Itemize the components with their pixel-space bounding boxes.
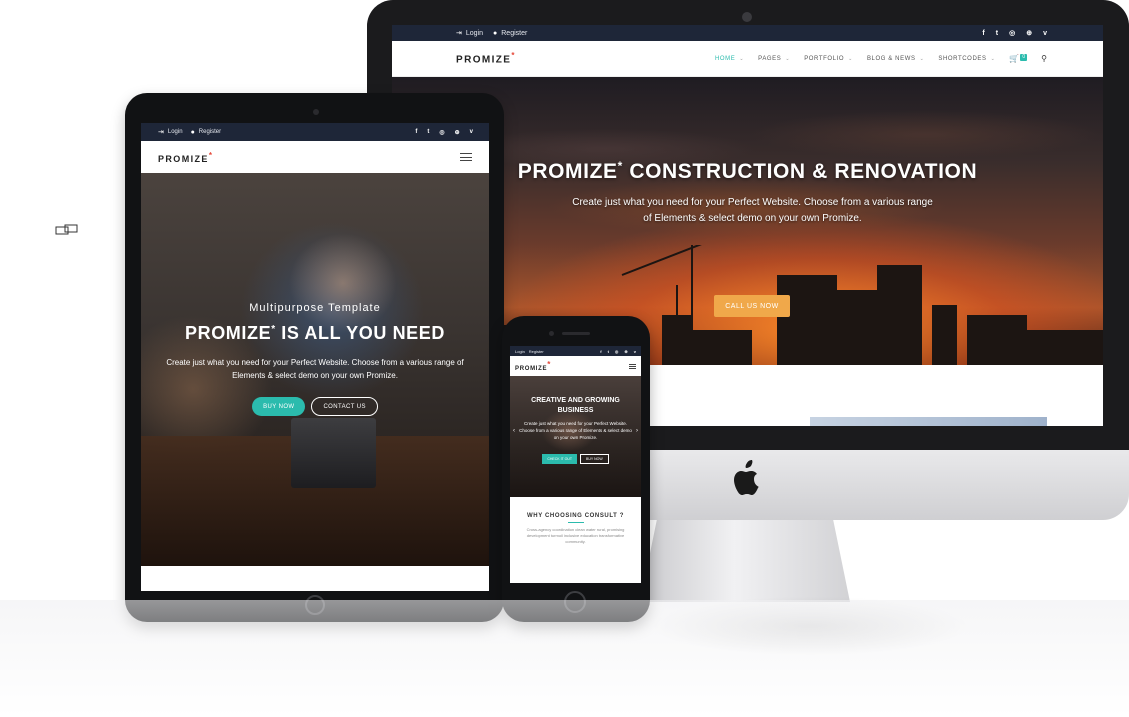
- menu-item-portfolio[interactable]: PORTFOLIO ⌄: [804, 56, 853, 62]
- tablet-camera: [313, 109, 319, 115]
- hero-text: Create just what you need for your Perfe…: [166, 358, 464, 380]
- hero-background-laptop: [291, 418, 376, 488]
- cart-button[interactable]: 🛒 0: [1009, 54, 1028, 63]
- twitter-icon[interactable]: t: [427, 129, 429, 135]
- hero-title: PROMIZE* IS ALL YOU NEED: [184, 323, 445, 343]
- cart-count-badge: 0: [1020, 54, 1028, 61]
- apple-logo-icon: [734, 460, 759, 495]
- devices-mockup: ⇥ Login ● Register f t ◎ ⊕ v PROMIZE* HOME…: [0, 0, 1129, 717]
- login-link[interactable]: Login: [515, 349, 525, 354]
- brand-logo[interactable]: PROMIZE*: [456, 51, 516, 65]
- facebook-icon[interactable]: f: [600, 349, 601, 354]
- login-link[interactable]: ⇥ Login: [456, 29, 483, 38]
- vimeo-icon[interactable]: v: [470, 129, 473, 135]
- dribbble-icon[interactable]: ⊕: [455, 129, 460, 136]
- register-link[interactable]: Register: [529, 349, 544, 354]
- buy-now-button[interactable]: BUY NOW: [252, 397, 306, 416]
- imac-stand: [640, 520, 850, 602]
- hero-buttons: CHECK IT OUT BUY NOW: [510, 454, 641, 464]
- tablet-screen: ⇥ Login ● Register f t ◎ ⊕ v PROMIZE* Mult…: [141, 123, 489, 591]
- vimeo-icon[interactable]: v: [1043, 30, 1047, 37]
- floor-reflection: [0, 600, 1129, 717]
- why-title: WHY CHOOSING CONSULT ?: [527, 513, 624, 519]
- call-us-now-button[interactable]: CALL US NOW: [714, 295, 790, 317]
- login-link[interactable]: ⇥ Login: [158, 128, 183, 136]
- contact-us-button[interactable]: CONTACT US: [311, 397, 378, 416]
- brand-logo[interactable]: PROMIZE*: [158, 151, 213, 164]
- cart-icon: 🛒: [1009, 54, 1020, 63]
- search-icon[interactable]: ⚲: [1041, 54, 1047, 63]
- why-divider: [567, 522, 584, 523]
- hamburger-menu-icon[interactable]: [629, 363, 636, 369]
- tablet-hero: Multipurpose Template PROMIZE* IS ALL YO…: [141, 173, 489, 566]
- instagram-icon[interactable]: ◎: [1009, 29, 1015, 37]
- register-link[interactable]: ● Register: [493, 30, 527, 37]
- login-icon: ⇥: [456, 30, 462, 37]
- hero-buttons: BUY NOW CONTACT US: [141, 397, 489, 416]
- register-link[interactable]: ● Register: [191, 129, 222, 136]
- user-icon: ●: [493, 29, 498, 37]
- phone-screen: Login Register f t ◎ ⊕ v PROMIZE* ‹ › CR…: [510, 346, 641, 583]
- phone-navbar: PROMIZE*: [510, 356, 641, 376]
- hero-subtitle: Create just what you need for your Perfe…: [572, 197, 933, 224]
- menu-item-blog-news[interactable]: BLOG & NEWS ⌄: [867, 56, 924, 62]
- chevron-down-icon: ⌄: [919, 55, 925, 62]
- desktop-navbar: PROMIZE* HOME ⌄ PAGES ⌄ PORTFOLIO ⌄ BLOG & …: [392, 41, 1103, 77]
- imac-camera: [742, 12, 752, 22]
- main-menu: HOME ⌄ PAGES ⌄ PORTFOLIO ⌄ BLOG & NEWS ⌄ SHO…: [715, 54, 1047, 63]
- facebook-icon[interactable]: f: [415, 129, 417, 135]
- hero-text: Create just what you need for your Perfe…: [519, 421, 632, 440]
- dribbble-icon[interactable]: ⊕: [1026, 29, 1032, 37]
- check-it-out-button[interactable]: CHECK IT OUT: [542, 454, 577, 464]
- tablet-navbar: PROMIZE*: [141, 141, 489, 173]
- phone-hero: ‹ › CREATIVE AND GROWING BUSINESS Create…: [510, 376, 641, 497]
- slider-next-icon[interactable]: ›: [636, 428, 638, 434]
- dribbble-icon[interactable]: ⊕: [624, 349, 627, 354]
- phone-camera: [549, 331, 554, 336]
- chevron-down-icon: ⌄: [739, 55, 745, 62]
- slider-prev-icon[interactable]: ‹: [513, 428, 515, 434]
- chat-bubbles-icon: [55, 224, 78, 235]
- login-icon: ⇥: [158, 129, 164, 136]
- twitter-icon[interactable]: t: [608, 349, 609, 354]
- desktop-topbar: ⇥ Login ● Register f t ◎ ⊕ v: [392, 25, 1103, 41]
- user-icon: ●: [190, 128, 195, 136]
- menu-item-shortcodes[interactable]: SHORTCODES ⌄: [938, 56, 995, 62]
- chevron-down-icon: ⌄: [848, 55, 853, 62]
- chevron-down-icon: ⌄: [990, 55, 996, 62]
- instagram-icon[interactable]: ◎: [615, 349, 619, 354]
- content-image-strip: [810, 417, 1047, 426]
- buy-now-button[interactable]: BUY NOW: [579, 454, 609, 464]
- instagram-icon[interactable]: ◎: [439, 129, 444, 136]
- menu-item-home[interactable]: HOME ⌄: [715, 56, 744, 62]
- hero-title: CREATIVE AND GROWING BUSINESS: [531, 397, 620, 414]
- vimeo-icon[interactable]: v: [634, 349, 636, 354]
- phone-topbar: Login Register f t ◎ ⊕ v: [510, 346, 641, 356]
- chevron-down-icon: ⌄: [785, 55, 791, 62]
- phone-speaker: [562, 332, 590, 335]
- hero-kicker: Multipurpose Template: [249, 302, 381, 314]
- tablet-topbar: ⇥ Login ● Register f t ◎ ⊕ v: [141, 123, 489, 141]
- brand-logo[interactable]: PROMIZE*: [515, 360, 551, 372]
- hamburger-menu-icon[interactable]: [460, 153, 472, 161]
- why-text: Cross-agency coordination clean water ru…: [526, 527, 625, 544]
- menu-item-pages[interactable]: PAGES ⌄: [758, 56, 790, 62]
- facebook-icon[interactable]: f: [982, 30, 984, 37]
- why-section: WHY CHOOSING CONSULT ? Cross-agency coor…: [510, 497, 641, 545]
- twitter-icon[interactable]: t: [996, 30, 998, 37]
